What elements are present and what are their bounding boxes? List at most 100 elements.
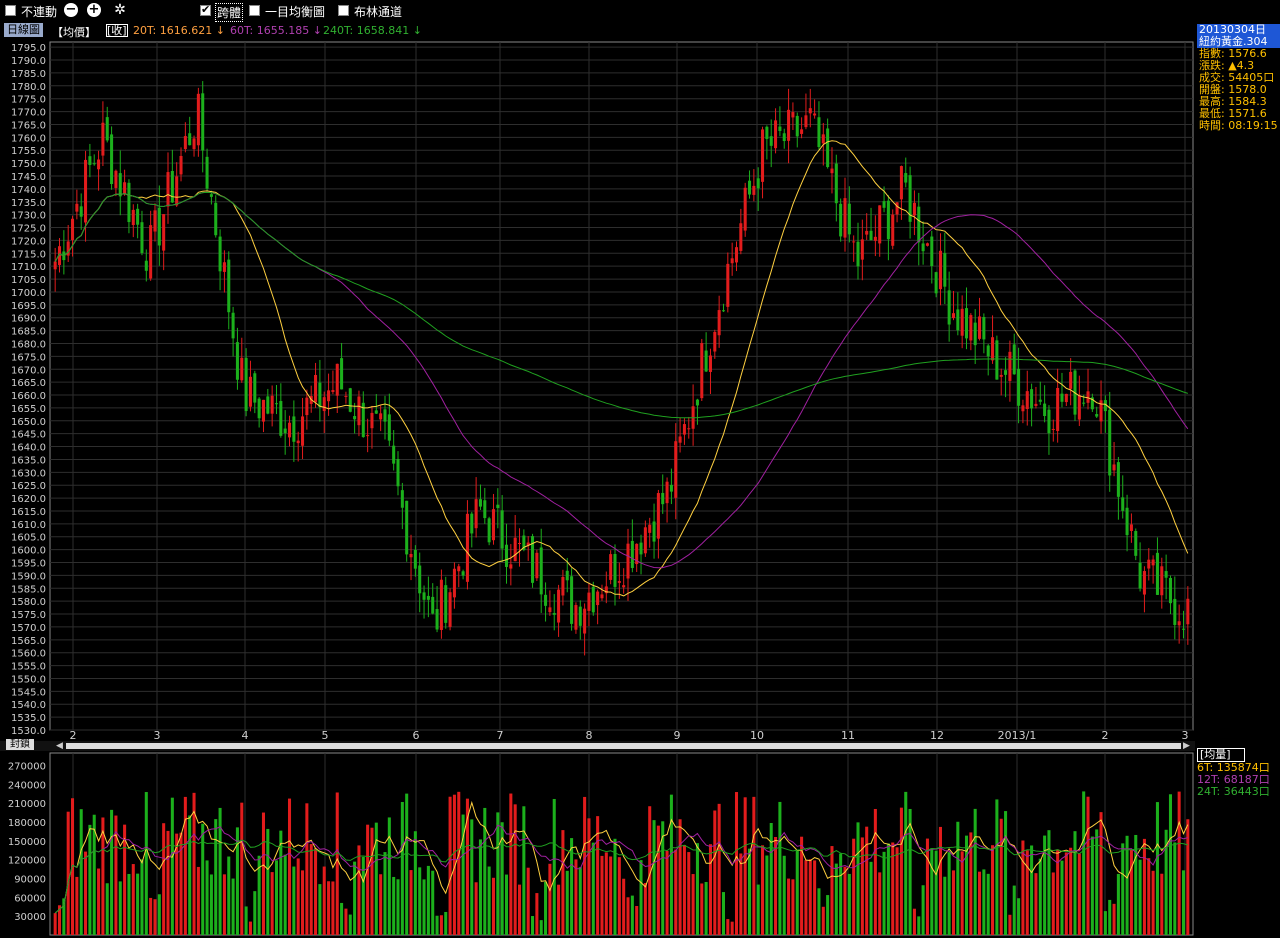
volume-bar bbox=[600, 855, 604, 935]
volume-bar bbox=[656, 825, 660, 935]
volume-bar bbox=[800, 836, 804, 935]
daily-chart-tab[interactable]: 日線圖 bbox=[4, 23, 43, 37]
candle-body bbox=[856, 241, 860, 267]
volume-tick-label: 120000 bbox=[8, 856, 46, 867]
settings-icon[interactable]: ✲ bbox=[113, 3, 127, 17]
volume-bar bbox=[331, 881, 335, 935]
scroll-left-arrow[interactable]: ◀ bbox=[56, 742, 63, 751]
candle-body bbox=[1173, 598, 1177, 625]
volume-bar bbox=[1116, 873, 1120, 935]
candle-body bbox=[904, 173, 908, 183]
volume-bar bbox=[960, 851, 964, 935]
candle-body bbox=[227, 259, 231, 313]
price-tick-label: 1645.0 bbox=[11, 430, 46, 441]
volume-bar bbox=[1047, 830, 1051, 935]
zoom-out-icon[interactable]: − bbox=[64, 3, 78, 17]
ichimoku-checkbox[interactable] bbox=[249, 5, 260, 16]
price-tick-label: 1725.0 bbox=[11, 224, 46, 235]
price-tick-label: 1720.0 bbox=[11, 236, 46, 247]
candle-body bbox=[522, 535, 526, 550]
zoom-in-icon[interactable]: + bbox=[87, 3, 101, 17]
volume-bar bbox=[752, 796, 756, 935]
volume-bar bbox=[969, 832, 973, 935]
candle-body bbox=[57, 246, 62, 266]
scrollbar[interactable]: 封鎖 ◀ ▶ bbox=[0, 739, 1195, 751]
volume-bar bbox=[244, 906, 248, 935]
candle-body bbox=[1125, 507, 1129, 536]
scroll-thumb[interactable] bbox=[66, 743, 1181, 749]
volume-bar bbox=[1134, 834, 1138, 935]
ma20-line bbox=[54, 140, 1189, 597]
volume-bar bbox=[778, 801, 782, 935]
volume-bar bbox=[925, 838, 929, 935]
candle-body bbox=[609, 554, 613, 580]
candle-body bbox=[418, 565, 422, 594]
scroll-right-arrow[interactable]: ▶ bbox=[1183, 742, 1190, 751]
bollinger-label: 布林通道 bbox=[354, 5, 403, 19]
volume-bar bbox=[92, 814, 96, 935]
volume-bar bbox=[617, 857, 621, 935]
candle-body bbox=[648, 524, 652, 533]
volume-bar bbox=[470, 819, 474, 935]
price-chart[interactable]: 1530.0 1535.0 1540.0 1545.0 1550.01555.0 1560… bbox=[0, 0, 1280, 938]
candle-body bbox=[183, 136, 187, 150]
scroll-lock-button[interactable]: 封鎖 bbox=[6, 739, 34, 750]
volume-bar bbox=[348, 914, 352, 935]
candle-body bbox=[1095, 414, 1099, 417]
candle-body bbox=[991, 337, 995, 361]
price-tick-label: 1640.0 bbox=[11, 443, 46, 454]
bollinger-checkbox[interactable] bbox=[338, 5, 349, 16]
volume-bar bbox=[986, 873, 990, 935]
volume-bar bbox=[227, 856, 231, 935]
ma-mode-label[interactable]: 【均價】 bbox=[52, 24, 96, 40]
volume-tick-label: 30000 bbox=[14, 912, 46, 923]
candle-body bbox=[847, 203, 851, 235]
unlink-checkbox[interactable] bbox=[5, 5, 16, 16]
price-tick-label: 1555.0 bbox=[11, 662, 46, 673]
candle-body bbox=[769, 136, 773, 146]
volume-bar bbox=[1086, 796, 1090, 935]
candle-body bbox=[136, 208, 140, 225]
volume-bar bbox=[561, 830, 565, 935]
candle-body bbox=[231, 312, 235, 339]
price-tick-label: 1785.0 bbox=[11, 69, 46, 80]
candle-body bbox=[131, 209, 135, 225]
volume-bar bbox=[196, 866, 200, 935]
candle-body bbox=[201, 93, 205, 151]
candle-body bbox=[123, 182, 127, 195]
crosshair-checkbox[interactable] bbox=[200, 3, 211, 16]
volume-bar bbox=[591, 842, 595, 935]
volume-bar bbox=[635, 906, 639, 935]
volume-bar bbox=[209, 874, 213, 935]
candle-body bbox=[917, 206, 921, 243]
volume-bar bbox=[1186, 819, 1190, 935]
candle-body bbox=[513, 537, 517, 562]
volume-bar bbox=[118, 881, 122, 935]
candle-body bbox=[800, 129, 804, 134]
volume-bar bbox=[951, 870, 956, 935]
volume-bar bbox=[1103, 911, 1107, 935]
price-mode-label[interactable]: [收] bbox=[106, 24, 128, 37]
volume-bar bbox=[865, 826, 869, 935]
price-tick-label: 1755.0 bbox=[11, 146, 46, 157]
price-tick-label: 1535.0 bbox=[11, 713, 46, 724]
volume-bar bbox=[904, 791, 908, 935]
volume-bar bbox=[270, 872, 274, 935]
volume-bar bbox=[1064, 852, 1068, 935]
candle-body bbox=[925, 243, 929, 246]
candle-body bbox=[170, 170, 174, 203]
volume-bar bbox=[1181, 870, 1186, 935]
candle-body bbox=[622, 585, 626, 588]
volume-bar bbox=[609, 856, 613, 935]
volume-bar bbox=[739, 853, 743, 935]
candle-body bbox=[196, 93, 200, 146]
volume-bar bbox=[231, 878, 235, 935]
candle-body bbox=[1142, 571, 1146, 595]
candle-body bbox=[774, 120, 778, 149]
price-tick-label: 1695.0 bbox=[11, 301, 46, 312]
volume-bar bbox=[79, 809, 83, 935]
candle-body bbox=[635, 543, 639, 565]
candle-body bbox=[748, 180, 752, 195]
candle-body bbox=[548, 607, 552, 613]
candle-body bbox=[596, 591, 600, 606]
